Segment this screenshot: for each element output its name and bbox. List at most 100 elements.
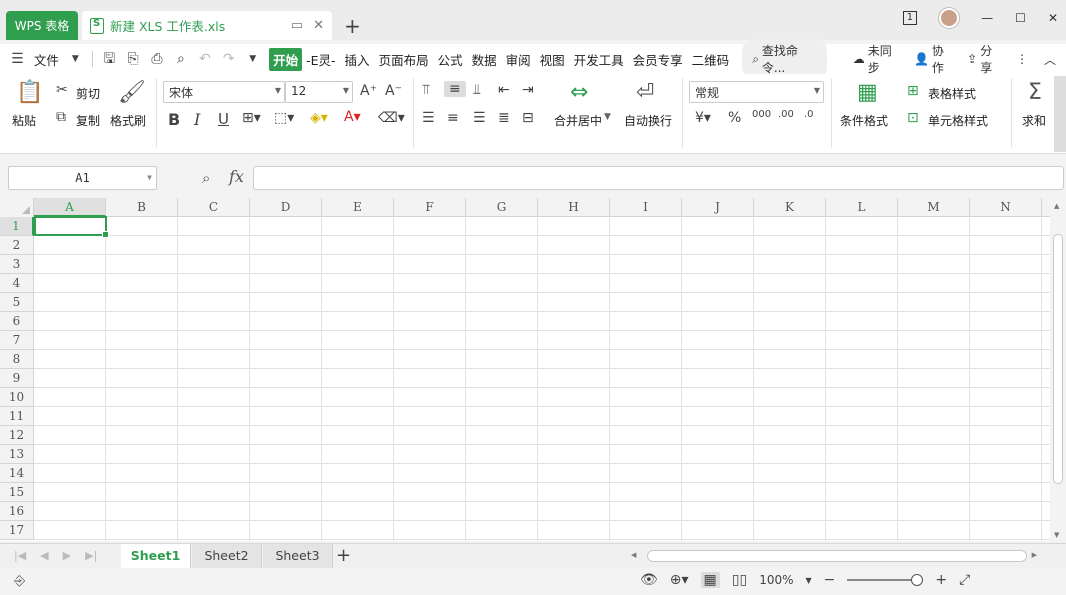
row-header-7[interactable]: 7 (0, 331, 34, 350)
save-icon[interactable]: 🖫 (102, 52, 117, 66)
page-view-icon[interactable]: ▯▯ (732, 572, 747, 588)
format-painter-icon[interactable]: 🖌 (118, 80, 146, 105)
row-header-17[interactable]: 17 (0, 521, 34, 540)
spreadsheet-grid[interactable]: ABCDEFGHIJKLMN 1 2 3 4 5 6 7 8 9 10 11 12 13 14 15 16 17 (0, 198, 1050, 541)
decrease-font-icon[interactable]: A⁻ (385, 83, 402, 99)
row-header-9[interactable]: 9 (0, 369, 34, 388)
reading-mode-icon[interactable]: ⊕▾ (670, 572, 689, 588)
horizontal-scrollbar[interactable]: ◀ ▶ (627, 549, 1037, 563)
menu-tab-review[interactable]: 审阅 (506, 50, 531, 69)
menu-tab-member[interactable]: 会员专享 (633, 50, 683, 69)
tab-count-icon[interactable]: 1 (902, 11, 918, 25)
conditional-format-button[interactable]: 条件格式 (840, 112, 888, 129)
collapse-ribbon-icon[interactable]: ︿ (1044, 51, 1056, 68)
row-header-10[interactable]: 10 (0, 388, 34, 407)
close-tab-icon[interactable]: ✕ (313, 18, 324, 33)
sheet-tab-1[interactable]: Sheet1 (121, 544, 191, 568)
row-header-13[interactable]: 13 (0, 445, 34, 464)
maximize-icon[interactable]: ☐ (1015, 11, 1026, 25)
cell-style-button[interactable]: 单元格样式 (928, 112, 988, 129)
row-header-2[interactable]: 2 (0, 236, 34, 255)
column-header-f[interactable]: F (394, 198, 466, 217)
row-header-4[interactable]: 4 (0, 274, 34, 293)
normal-view-icon[interactable]: ▦ (700, 572, 720, 588)
scroll-down-icon[interactable]: ▼ (1054, 531, 1059, 539)
chevron-down-icon[interactable]: ▼ (806, 576, 812, 585)
menu-tab-qrcode[interactable]: 二维码 (692, 50, 730, 69)
sum-icon[interactable]: Σ (1028, 80, 1042, 105)
scroll-right-icon[interactable]: ▶ (1032, 551, 1037, 559)
eye-protection-icon[interactable]: 👁 (640, 572, 658, 588)
add-sheet-icon[interactable]: + (336, 545, 351, 566)
row-header-6[interactable]: 6 (0, 312, 34, 331)
cell-style-icon[interactable]: ⊡ (907, 110, 919, 126)
zoom-out-icon[interactable]: − (824, 572, 836, 588)
row-header-11[interactable]: 11 (0, 407, 34, 426)
ribbon-scroll-indicator[interactable] (1054, 76, 1066, 152)
undo-icon[interactable]: ↶ (197, 52, 212, 66)
column-header-j[interactable]: J (682, 198, 754, 217)
row-header-12[interactable]: 12 (0, 426, 34, 445)
increase-font-icon[interactable]: A⁺ (360, 83, 377, 99)
scroll-up-icon[interactable]: ▲ (1054, 202, 1059, 210)
align-left-icon[interactable]: ☰ (422, 110, 435, 126)
row-header-5[interactable]: 5 (0, 293, 34, 312)
bold-icon[interactable]: B (168, 110, 180, 129)
document-tab[interactable]: 新建 XLS 工作表.xls ▭ ✕ (82, 11, 332, 40)
chevron-down-icon[interactable]: ▼ (68, 52, 83, 66)
fill-pattern-icon[interactable]: ⬚▾ (274, 110, 294, 126)
zoom-knob[interactable] (911, 574, 924, 586)
hamburger-icon[interactable]: ☰ (10, 52, 25, 66)
indent-increase-icon[interactable]: ⇥ (522, 82, 534, 98)
column-header-m[interactable]: M (898, 198, 970, 217)
wrap-text-icon[interactable]: ⏎ (636, 80, 654, 105)
increase-decimal-icon[interactable]: .00 (778, 109, 794, 120)
formula-input[interactable] (253, 166, 1064, 190)
next-sheet-icon[interactable]: ▶ (63, 549, 71, 562)
zoom-slider[interactable] (847, 573, 924, 587)
clear-format-icon[interactable]: ⌫▾ (378, 110, 405, 126)
table-style-button[interactable]: 表格样式 (928, 85, 976, 102)
column-header-a[interactable]: A (34, 198, 106, 217)
print-icon[interactable]: ⎙ (150, 52, 165, 66)
decrease-decimal-icon[interactable]: .0 (804, 109, 814, 120)
customize-icon[interactable]: ▼ (245, 52, 260, 66)
column-header-n[interactable]: N (970, 198, 1042, 217)
menu-tab-developer[interactable]: 开发工具 (574, 50, 624, 69)
underline-icon[interactable]: U (218, 110, 229, 128)
paste-icon[interactable]: 📋 (16, 80, 43, 105)
sheet-tab-2[interactable]: Sheet2 (192, 544, 262, 568)
row-header-8[interactable]: 8 (0, 350, 34, 369)
macro-record-icon[interactable]: ⎆ (14, 573, 25, 589)
column-header-b[interactable]: B (106, 198, 178, 217)
sync-button[interactable]: ☁ 未同步 (853, 42, 898, 76)
indent-decrease-icon[interactable]: ⇤ (498, 82, 510, 98)
column-header-i[interactable]: I (610, 198, 682, 217)
format-painter-button[interactable]: 格式刷 (110, 112, 146, 129)
menu-tab-formulas[interactable]: 公式 (438, 50, 463, 69)
wrap-text-button[interactable]: 自动换行 (624, 112, 672, 129)
minimize-icon[interactable]: — (981, 11, 993, 25)
last-sheet-icon[interactable]: ▶| (85, 549, 97, 562)
command-search[interactable]: ⌕ 查找命令... (742, 39, 827, 79)
merge-center-icon[interactable]: ⇔ (570, 80, 588, 105)
cut-icon[interactable]: ✂ (56, 82, 68, 98)
copy-button[interactable]: 复制 (76, 112, 100, 129)
paste-button[interactable]: 粘贴 (12, 112, 36, 129)
export-icon[interactable]: ⎘ (126, 52, 141, 66)
column-header-d[interactable]: D (250, 198, 322, 217)
column-header-k[interactable]: K (754, 198, 826, 217)
first-sheet-icon[interactable]: |◀ (14, 549, 26, 562)
percent-icon[interactable]: % (728, 110, 741, 126)
sheet-tab-3[interactable]: Sheet3 (263, 544, 333, 568)
zoom-formula-icon[interactable]: ⌕ (202, 169, 210, 187)
column-header-l[interactable]: L (826, 198, 898, 217)
border-icon[interactable]: ⊞▾ (242, 110, 261, 126)
share-button[interactable]: ⇪ 分享 (967, 42, 1000, 76)
row-header-15[interactable]: 15 (0, 483, 34, 502)
align-center-icon[interactable]: ≡ (447, 110, 459, 126)
close-window-icon[interactable]: ✕ (1048, 11, 1058, 25)
align-middle-icon[interactable]: ≡ (444, 81, 466, 97)
fill-color-icon[interactable]: ◈▾ (310, 110, 328, 126)
align-bottom-icon[interactable]: ⫫ (473, 82, 481, 98)
